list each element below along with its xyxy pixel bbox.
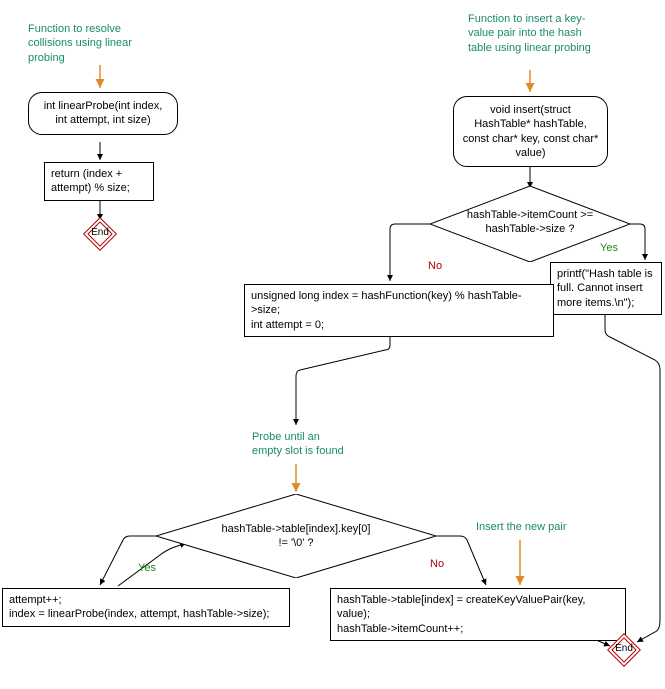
stmt-init-index: unsigned long index = hashFunction(key) … <box>244 284 554 337</box>
decision-hashfull-text: hashTable->itemCount >= hashTable->size … <box>460 208 600 237</box>
stmt-full-print: printf("Hash table is full. Cannot inser… <box>550 262 662 315</box>
decision-slot-text: hashTable->table[index].key[0] != '\0' ? <box>216 522 376 551</box>
stmt-insert-pair: hashTable->table[index] = createKeyValue… <box>330 588 626 641</box>
func-signature-linearprobe: int linearProbe(int index, int attempt, … <box>28 92 178 135</box>
comment-probe-loop: Probe until an empty slot is found <box>252 430 352 459</box>
stmt-loop-body: attempt++; index = linearProbe(index, at… <box>2 588 290 627</box>
end-node-linearprobe: End <box>88 222 112 246</box>
comment-linearprobe: Function to resolve collisions using lin… <box>28 22 163 65</box>
decision-slot-occupied: hashTable->table[index].key[0] != '\0' ? <box>156 494 436 578</box>
end-node-insert: End <box>612 638 636 662</box>
edge-label-yes: Yes <box>138 562 156 574</box>
stmt-return-linearprobe: return (index + attempt) % size; <box>44 162 154 201</box>
edge-label-no: No <box>428 260 442 272</box>
edge-label-no: No <box>430 558 444 570</box>
comment-insert-pair: Insert the new pair <box>476 520 586 534</box>
end-label: End <box>85 227 115 238</box>
func-signature-insert: void insert(struct HashTable* hashTable,… <box>453 96 608 167</box>
edge-label-yes: Yes <box>600 242 618 254</box>
comment-insert: Function to insert a key-value pair into… <box>468 12 608 55</box>
end-label: End <box>609 643 639 654</box>
